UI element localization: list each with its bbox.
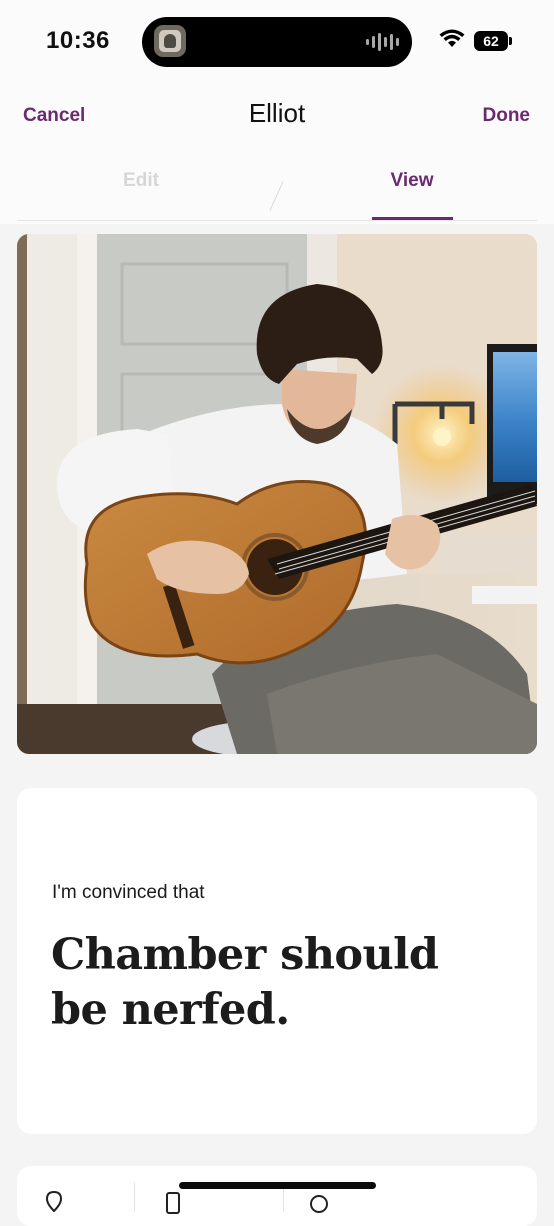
done-button[interactable]: Done: [483, 105, 531, 127]
page-title: Elliot: [248, 98, 306, 128]
battery-tip: [509, 37, 512, 45]
audio-waveform-icon: [366, 32, 399, 52]
tab-view[interactable]: View: [352, 170, 472, 192]
wifi-icon: [439, 29, 465, 47]
info-card[interactable]: [17, 1166, 537, 1226]
tab-edit[interactable]: Edit: [81, 170, 201, 192]
now-playing-artwork-icon: [154, 25, 186, 57]
tab-divider: [269, 181, 284, 211]
info-divider: [134, 1182, 135, 1212]
prompt-card[interactable]: I'm convinced that Chamber should be ner…: [17, 788, 537, 1134]
home-indicator[interactable]: [179, 1182, 376, 1189]
prompt-label: I'm convinced that: [52, 882, 205, 903]
profile-header: Cancel Elliot Done Edit View: [0, 84, 554, 224]
phone-icon: [166, 1192, 180, 1214]
status-bar: 10:36 62: [0, 0, 554, 84]
profile-photo[interactable]: [17, 234, 537, 754]
status-time: 10:36: [46, 27, 110, 54]
globe-icon: [310, 1195, 328, 1213]
prompt-answer: Chamber should be nerfed.: [51, 930, 439, 1035]
dynamic-island[interactable]: [142, 17, 412, 67]
location-pin-icon: [45, 1190, 63, 1212]
battery-icon: 62: [474, 31, 508, 51]
header-divider: [17, 220, 537, 221]
